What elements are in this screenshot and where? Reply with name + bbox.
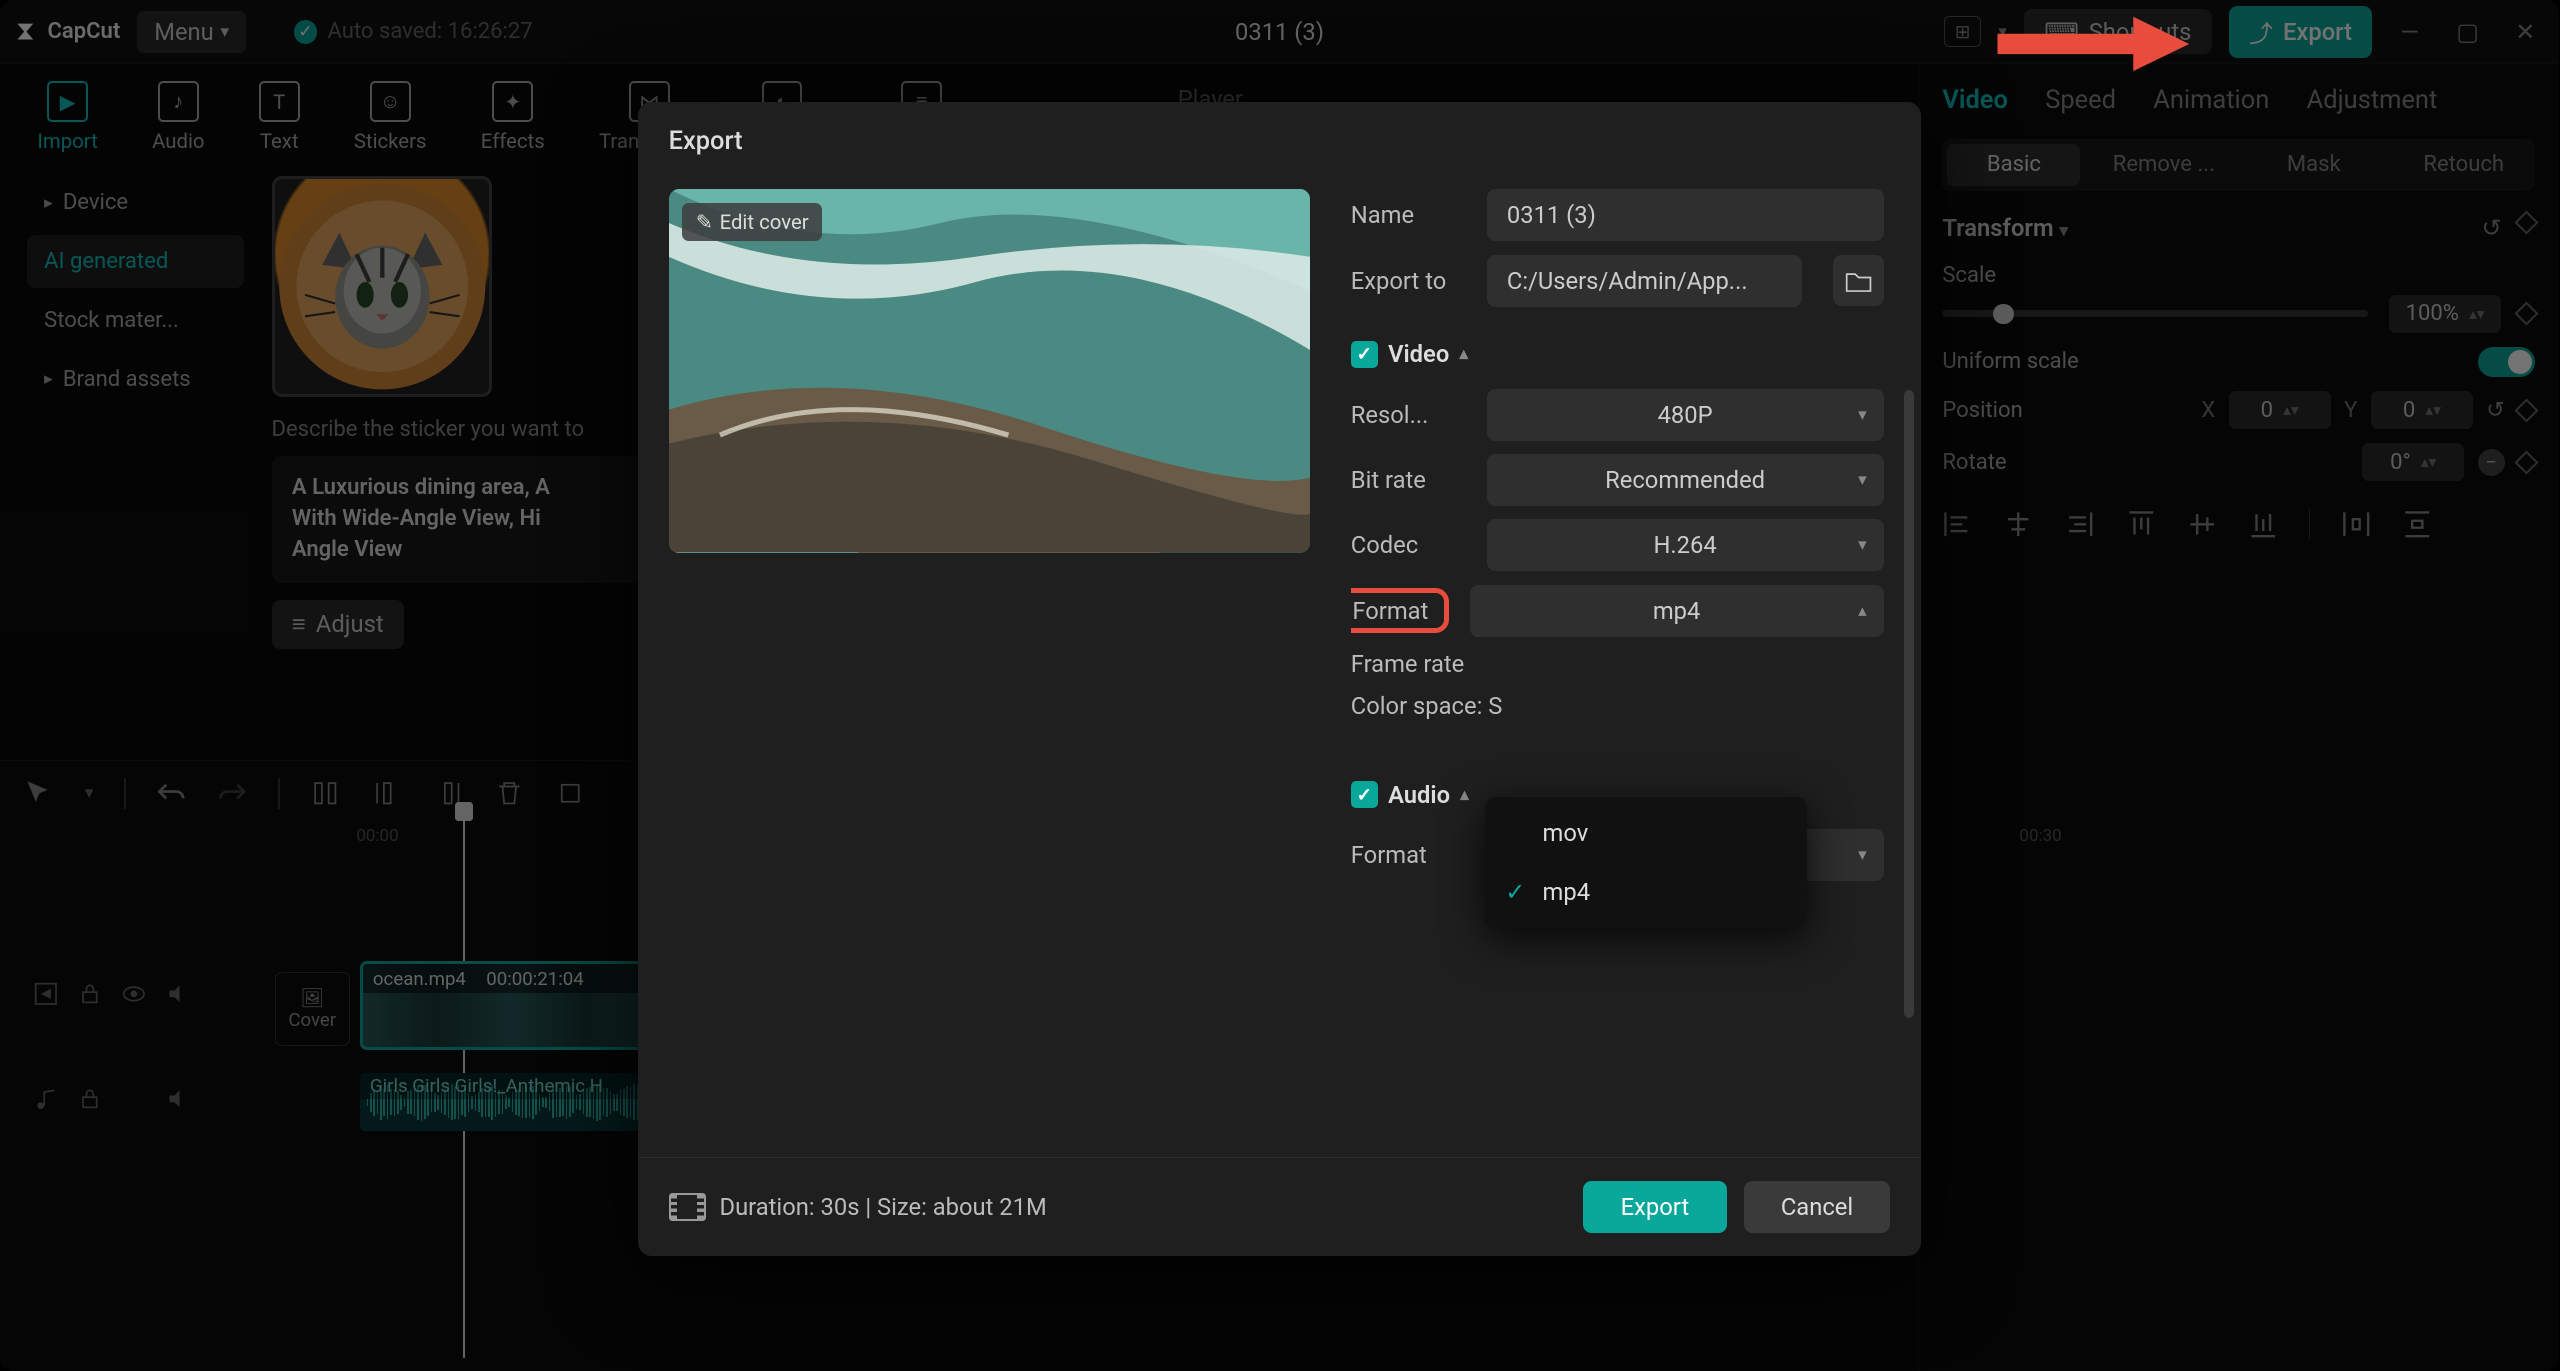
resolution-select[interactable]: 480P▾ [1487, 389, 1884, 441]
export-meta: Duration: 30s | Size: about 21M [669, 1193, 1047, 1221]
pencil-icon: ✎ [696, 210, 713, 234]
video-section-toggle[interactable]: ✓ Video ▴ [1351, 340, 1884, 368]
bitrate-select[interactable]: Recommended▾ [1487, 454, 1884, 506]
browse-folder-button[interactable] [1833, 255, 1884, 306]
resolution-label: Resol... [1351, 401, 1466, 429]
annotation-arrow [1989, 10, 2193, 78]
folder-icon [1845, 269, 1872, 293]
export-to-label: Export to [1351, 267, 1466, 295]
export-dialog: Export ✎ Edit cover [638, 102, 1921, 1256]
format-dropdown: movmp4 [1485, 797, 1807, 928]
cancel-button[interactable]: Cancel [1744, 1181, 1891, 1233]
audio-format-label: Format [1351, 841, 1466, 869]
checkbox-icon: ✓ [1351, 341, 1378, 368]
codec-select[interactable]: H.264▾ [1487, 519, 1884, 571]
framerate-label: Frame rate [1351, 650, 1500, 678]
cover-preview: ✎ Edit cover [669, 189, 1310, 552]
scrollbar[interactable] [1904, 390, 1914, 1018]
edit-cover-button[interactable]: ✎ Edit cover [682, 203, 822, 241]
film-icon [669, 1193, 706, 1220]
colorspace-label: Color space: S [1351, 692, 1555, 720]
codec-label: Codec [1351, 531, 1466, 559]
format-option-mov[interactable]: mov [1485, 804, 1807, 863]
dialog-title: Export [638, 102, 1921, 169]
format-select[interactable]: mp4▴ [1470, 585, 1884, 637]
format-label: Format [1351, 588, 1449, 633]
bitrate-label: Bit rate [1351, 466, 1466, 494]
name-input[interactable]: 0311 (3) [1487, 189, 1884, 241]
format-option-mp4[interactable]: mp4 [1485, 862, 1807, 921]
export-path-input[interactable]: C:/Users/Admin/App... [1487, 255, 1803, 307]
name-label: Name [1351, 201, 1466, 229]
checkbox-icon: ✓ [1351, 781, 1378, 808]
export-confirm-button[interactable]: Export [1583, 1181, 1726, 1233]
